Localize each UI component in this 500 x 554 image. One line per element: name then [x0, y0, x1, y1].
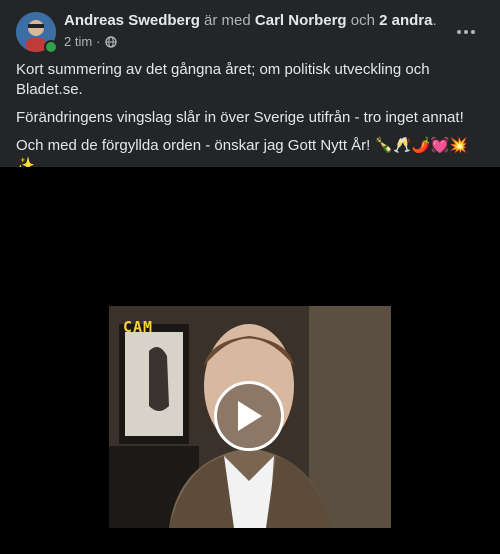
play-button[interactable]	[214, 381, 284, 451]
and-text: och	[346, 12, 380, 29]
meta-separator: ·	[96, 34, 101, 49]
video-thumbnail[interactable]: CAM	[109, 306, 391, 528]
post-time-link[interactable]: 2 tim	[64, 34, 92, 49]
others-link[interactable]: 2 andra	[379, 12, 432, 29]
cam-overlay-label: CAM	[123, 318, 154, 336]
tagged-person-link[interactable]: Carl Norberg	[255, 12, 347, 29]
post-meta: 2 tim ·	[64, 34, 117, 49]
post-card: Andreas Swedberg är med Carl Norberg och…	[0, 0, 500, 554]
post-header: Andreas Swedberg är med Carl Norberg och…	[0, 0, 500, 60]
period-text: .	[432, 12, 437, 29]
author-name-link[interactable]: Andreas Swedberg	[64, 12, 200, 29]
globe-icon[interactable]	[104, 35, 117, 48]
post-paragraph-1: Kort summering av det gångna året; om po…	[16, 61, 430, 98]
play-icon	[238, 401, 262, 431]
more-options-button[interactable]	[450, 16, 482, 48]
video-player[interactable]: CAM	[0, 167, 500, 554]
post-header-line: Andreas Swedberg är med Carl Norberg och…	[64, 12, 437, 29]
more-horizontal-icon	[457, 30, 475, 34]
online-status-dot	[44, 40, 58, 54]
post-paragraph-2: Förändringens vingslag slår in över Sver…	[16, 109, 464, 126]
with-text: är med	[199, 12, 255, 29]
post-text: Kort summering av det gångna året; om po…	[16, 60, 484, 184]
